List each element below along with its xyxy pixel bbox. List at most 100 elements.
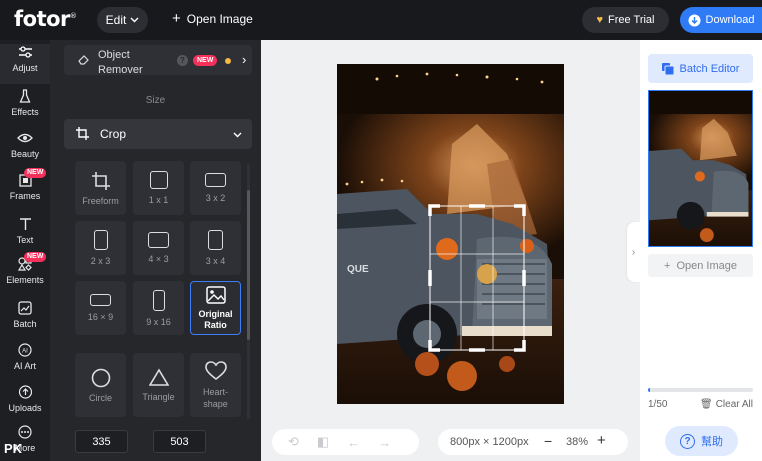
zoom-in-button[interactable]: + <box>597 432 606 449</box>
status-dot <box>225 58 231 64</box>
free-trial-button[interactable]: ♥ Free Trial <box>582 7 669 33</box>
rail-item-text[interactable]: Text <box>0 216 50 256</box>
plus-icon: + <box>664 259 671 272</box>
batch-editor-button[interactable]: Batch Editor <box>648 54 753 83</box>
more-icon <box>17 424 33 440</box>
rail-label: Effects <box>11 107 39 117</box>
rail-item-uploads[interactable]: Uploads <box>0 384 50 424</box>
batch-editor-icon <box>661 62 674 75</box>
crop-option-3x2[interactable]: 3 x 2 <box>190 161 241 215</box>
image-thumbnail[interactable] <box>648 90 753 247</box>
rail-label: Beauty <box>10 149 40 159</box>
svg-text:QUE: QUE <box>347 264 369 275</box>
plus-icon: + <box>172 10 181 27</box>
svg-text:AI: AI <box>22 349 28 355</box>
rail-label: Elements <box>6 275 44 285</box>
crop-icon <box>76 127 89 143</box>
rail-item-elements[interactable]: NEW Elements <box>0 252 50 296</box>
question-icon: ? <box>680 433 695 449</box>
crop-option-triangle[interactable]: Triangle <box>133 353 184 417</box>
triangle-shape-icon <box>148 368 169 386</box>
download-label: Download <box>705 14 755 26</box>
crop-dropdown[interactable]: Crop <box>64 119 252 149</box>
crop-option-label: Original Ratio <box>198 308 233 330</box>
trash-icon: 🗑 <box>700 399 713 410</box>
watermark: PK <box>4 441 23 456</box>
landscape-shape-icon <box>148 232 169 248</box>
rail-item-beauty[interactable]: Beauty <box>0 130 50 170</box>
new-badge: NEW <box>193 55 218 66</box>
zoom-out-button[interactable]: − <box>544 433 552 449</box>
crop-option-label: Freeform <box>82 195 119 206</box>
rail-label: Text <box>16 235 34 245</box>
redo-icon[interactable]: → <box>378 435 391 450</box>
sliders-icon <box>17 44 33 60</box>
object-remover-label: Object Remover <box>98 48 143 78</box>
undo-icon[interactable]: ← <box>347 435 360 450</box>
crop-option-4x3[interactable]: 4 × 3 <box>133 221 184 275</box>
crop-option-label: Triangle <box>142 392 175 402</box>
new-badge: NEW <box>24 252 47 262</box>
crop-option-heart[interactable]: Heart-shape <box>190 353 241 417</box>
rail-item-batch[interactable]: Batch <box>0 300 50 340</box>
clear-all-label: Clear All <box>715 399 753 410</box>
crop-option-original-ratio[interactable]: Original Ratio <box>190 281 241 335</box>
crop-option-label: Heart-shape <box>202 386 228 409</box>
rail-item-adjust[interactable]: Adjust <box>0 44 50 84</box>
crop-option-label: 3 x 4 <box>205 256 226 266</box>
crop-option-16x9[interactable]: 16 × 9 <box>75 281 126 335</box>
compare-icon[interactable]: ◧ <box>317 434 329 450</box>
batch-progress-bar <box>648 388 753 392</box>
portrait-shape-icon <box>208 230 223 250</box>
crop-panel: Object Remover ? NEW › Size Crop Freefor… <box>50 40 283 461</box>
batch-count: 1/50 <box>648 399 668 410</box>
flask-icon <box>17 88 33 104</box>
open-image-right-button[interactable]: + Open Image <box>648 254 753 277</box>
crop-option-label: Circle <box>88 392 112 403</box>
open-image-label: Open Image <box>186 12 253 26</box>
eye-icon <box>17 130 33 146</box>
batch-icon <box>17 300 33 316</box>
history-toolbar: ⟲ ◧ ← → <box>272 429 419 455</box>
crop-option-circle[interactable]: Circle <box>75 353 126 417</box>
crop-option-9x16[interactable]: 9 x 16 <box>133 281 184 335</box>
crop-option-3x4[interactable]: 3 x 4 <box>190 221 241 275</box>
reset-icon[interactable]: ⟲ <box>288 434 299 450</box>
rail-label: AI Art <box>13 361 36 371</box>
progress-fill <box>648 388 651 392</box>
new-badge: NEW <box>24 168 47 178</box>
text-icon <box>17 216 33 232</box>
crop-option-freeform[interactable]: Freeform <box>75 161 126 215</box>
crop-option-2x3[interactable]: 2 x 3 <box>75 221 126 275</box>
top-bar: fotor® Edit + Open Image ♥ Free Trial Do… <box>0 0 762 40</box>
height-input[interactable]: 503 <box>153 430 206 453</box>
rail-item-frames[interactable]: NEW Frames <box>0 168 50 212</box>
panel-scrollbar[interactable] <box>247 190 250 340</box>
crop-option-1x1[interactable]: 1 x 1 <box>133 161 184 215</box>
edit-menu-button[interactable]: Edit <box>97 7 148 33</box>
object-remover-button[interactable]: Object Remover ? NEW › <box>64 45 252 78</box>
diamond-icon: ♥ <box>596 14 604 26</box>
rail-item-effects[interactable]: Effects <box>0 88 50 128</box>
zoom-level: 38% <box>566 436 589 448</box>
edit-label: Edit <box>105 13 127 27</box>
fotor-logo[interactable]: fotor® <box>14 7 77 31</box>
open-image-button[interactable]: + Open Image <box>172 10 253 27</box>
width-input[interactable]: 335 <box>75 430 128 453</box>
download-button[interactable]: Download <box>680 7 762 33</box>
chevron-right-icon: › <box>631 246 636 258</box>
ai-icon: AI <box>17 342 33 358</box>
crop-option-label: 2 x 3 <box>90 256 111 266</box>
rail-label: Batch <box>13 319 37 329</box>
rail-label: Uploads <box>8 403 42 413</box>
image-dimensions: 800px × 1200px <box>450 436 529 448</box>
wide-shape-icon <box>90 294 111 306</box>
clear-all-button[interactable]: 🗑 Clear All <box>700 399 753 410</box>
tall-shape-icon <box>152 289 165 311</box>
rail-item-ai-art[interactable]: AI AI Art <box>0 342 50 382</box>
collapse-right-panel-button[interactable]: › <box>627 222 640 282</box>
logo-text: fotor <box>14 7 70 31</box>
tool-rail: Adjust Effects Beauty NEW Frames Text NE… <box>0 40 50 461</box>
help-button[interactable]: ? 幫助 <box>665 426 738 456</box>
help-icon[interactable]: ? <box>177 55 188 66</box>
